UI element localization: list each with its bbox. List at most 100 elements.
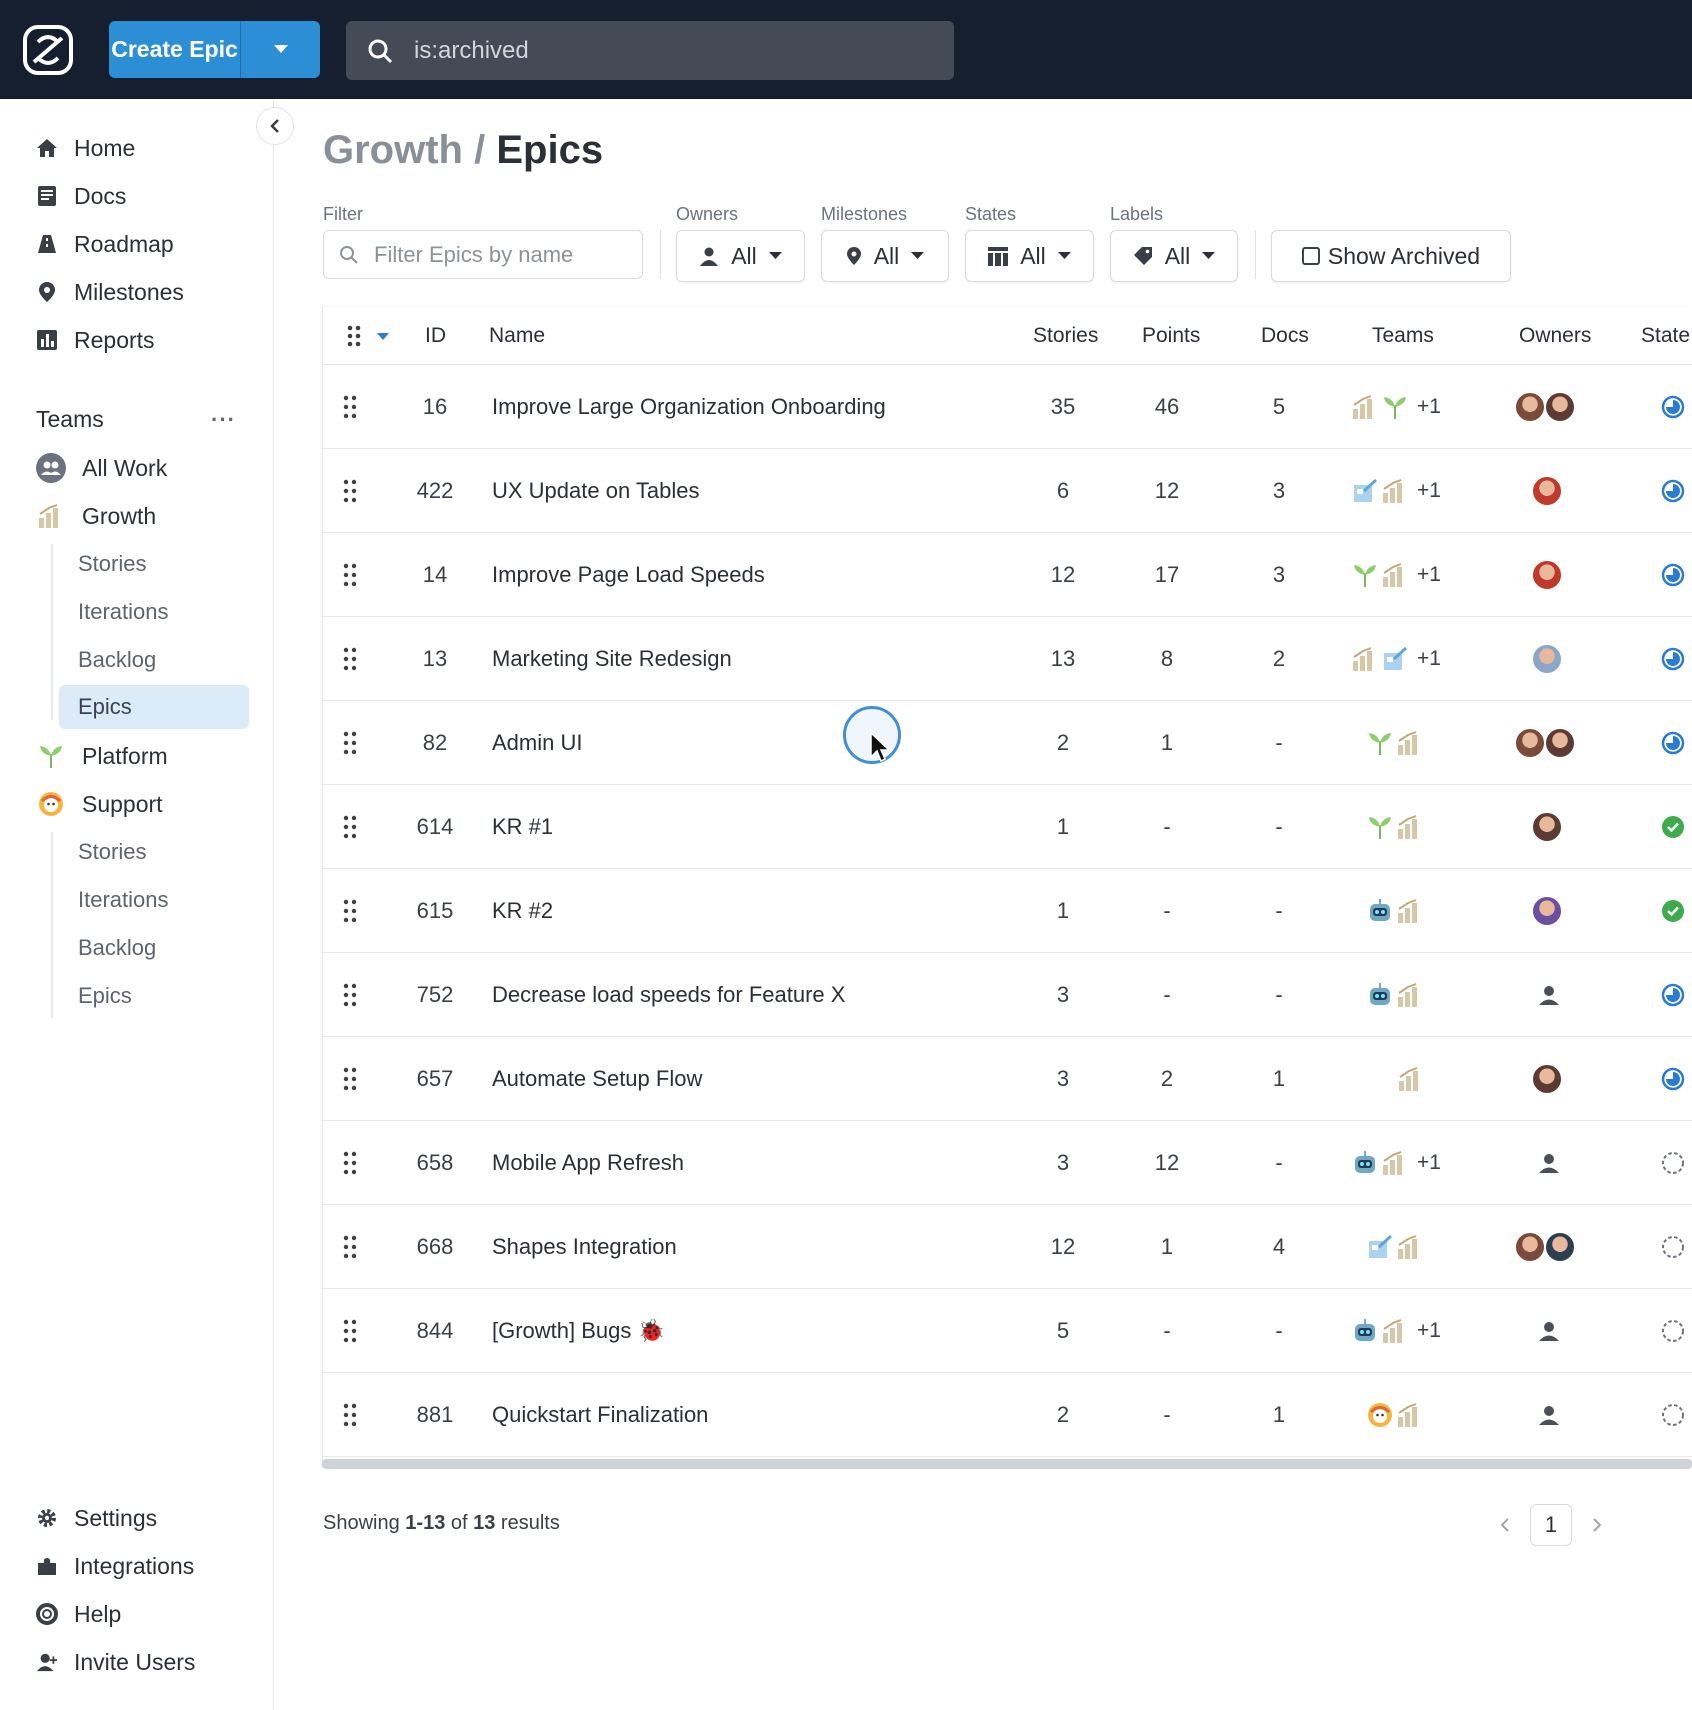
epic-name-link[interactable]: Admin UI	[492, 701, 1012, 785]
growth-backlog-link[interactable]: Backlog	[59, 638, 249, 682]
support-iterations-link[interactable]: Iterations	[59, 878, 249, 922]
owners-cell[interactable]	[1514, 1205, 1576, 1289]
table-row[interactable]: 614 KR #1 1 - -	[323, 785, 1692, 869]
drag-handle-icon[interactable]	[343, 731, 357, 755]
column-id[interactable]: ID	[425, 324, 446, 348]
owners-cell[interactable]	[1531, 869, 1563, 953]
table-row[interactable]: 422 UX Update on Tables 6 12 3 +1	[323, 449, 1692, 533]
global-search[interactable]	[346, 21, 954, 80]
team-growth[interactable]: Growth	[36, 496, 156, 536]
team-all-work[interactable]: All Work	[36, 448, 167, 488]
column-stories[interactable]: Stories	[1033, 324, 1098, 348]
table-row[interactable]: 657 Automate Setup Flow 3 2 1	[323, 1037, 1692, 1121]
owners-cell[interactable]	[1533, 1121, 1561, 1205]
nav-roadmap[interactable]: Roadmap	[36, 224, 174, 264]
drag-handle-icon[interactable]	[343, 1403, 357, 1427]
teams-cell[interactable]: +1	[1351, 1121, 1441, 1205]
owners-cell[interactable]	[1533, 1373, 1561, 1457]
in-progress-state-icon[interactable]	[1661, 953, 1685, 1037]
teams-cell[interactable]	[1366, 701, 1426, 785]
team-platform[interactable]: Platform	[36, 736, 168, 776]
teams-cell[interactable]	[1397, 1037, 1427, 1121]
epic-name-link[interactable]: [Growth] Bugs 🐞	[492, 1289, 1012, 1373]
epic-name-link[interactable]: Automate Setup Flow	[492, 1037, 1012, 1121]
unstarted-state-icon[interactable]	[1661, 1121, 1685, 1205]
in-progress-state-icon[interactable]	[1661, 365, 1685, 449]
owners-cell[interactable]	[1533, 953, 1561, 1037]
team-support[interactable]: Support	[36, 784, 163, 824]
nav-docs[interactable]: Docs	[36, 176, 126, 216]
epic-name-link[interactable]: Improve Large Organization Onboarding	[492, 365, 1012, 449]
table-row[interactable]: 844 [Growth] Bugs 🐞 5 - - +1	[323, 1289, 1692, 1373]
nav-invite-users[interactable]: Invite Users	[36, 1642, 195, 1682]
in-progress-state-icon[interactable]	[1661, 1037, 1685, 1121]
teams-more-icon[interactable]: ···	[211, 407, 236, 433]
nav-settings[interactable]: Settings	[36, 1498, 157, 1538]
teams-cell[interactable]: +1	[1351, 617, 1441, 701]
drag-handle-icon[interactable]	[343, 1151, 357, 1175]
filter-epics-input[interactable]: Filter Epics by name	[323, 230, 643, 279]
epic-name-link[interactable]: Shapes Integration	[492, 1205, 1012, 1289]
support-backlog-link[interactable]: Backlog	[59, 926, 249, 970]
nav-reports[interactable]: Reports	[36, 320, 155, 360]
owners-cell[interactable]	[1514, 365, 1576, 449]
prev-page-icon[interactable]	[1500, 1518, 1510, 1532]
table-row[interactable]: 752 Decrease load speeds for Feature X 3 - -	[323, 953, 1692, 1037]
drag-handle-icon[interactable]	[343, 1235, 357, 1259]
drag-handle-icon[interactable]	[343, 563, 357, 587]
in-progress-state-icon[interactable]	[1661, 701, 1685, 785]
nav-help[interactable]: Help	[36, 1594, 121, 1634]
current-page[interactable]: 1	[1530, 1504, 1572, 1546]
epic-name-link[interactable]: Mobile App Refresh	[492, 1121, 1012, 1205]
epic-name-link[interactable]: Quickstart Finalization	[492, 1373, 1012, 1457]
column-owners[interactable]: Owners	[1519, 324, 1591, 348]
column-docs[interactable]: Docs	[1261, 324, 1309, 348]
states-dropdown[interactable]: All	[965, 230, 1094, 282]
horizontal-scrollbar[interactable]	[322, 1459, 1692, 1469]
teams-cell[interactable]	[1366, 869, 1426, 953]
epic-name-link[interactable]: UX Update on Tables	[492, 449, 1012, 533]
table-row[interactable]: 82 Admin UI 2 1 -	[323, 701, 1692, 785]
column-points[interactable]: Points	[1142, 324, 1200, 348]
column-teams[interactable]: Teams	[1372, 324, 1434, 348]
search-input[interactable]	[414, 36, 914, 65]
teams-cell[interactable]	[1366, 1205, 1426, 1289]
next-page-icon[interactable]	[1592, 1518, 1602, 1532]
table-row[interactable]: 658 Mobile App Refresh 3 12 - +1	[323, 1121, 1692, 1205]
teams-cell[interactable]	[1366, 953, 1426, 1037]
teams-cell[interactable]: +1	[1351, 365, 1441, 449]
teams-cell[interactable]	[1366, 785, 1426, 869]
create-epic-button[interactable]: Create Epic	[109, 21, 320, 78]
teams-cell[interactable]: +1	[1351, 449, 1441, 533]
teams-cell[interactable]: +1	[1351, 533, 1441, 617]
drag-handle-icon[interactable]	[343, 1319, 357, 1343]
column-name[interactable]: Name	[489, 324, 545, 348]
unstarted-state-icon[interactable]	[1661, 1205, 1685, 1289]
unstarted-state-icon[interactable]	[1661, 1373, 1685, 1457]
drag-handle-icon[interactable]	[343, 1067, 357, 1091]
epic-name-link[interactable]: KR #1	[492, 785, 1012, 869]
table-row[interactable]: 13 Marketing Site Redesign 13 8 2 +1	[323, 617, 1692, 701]
owners-cell[interactable]	[1531, 449, 1563, 533]
growth-epics-link[interactable]: Epics	[59, 685, 249, 729]
owners-dropdown[interactable]: All	[676, 230, 805, 282]
unstarted-state-icon[interactable]	[1661, 1289, 1685, 1373]
owners-cell[interactable]	[1531, 785, 1563, 869]
epic-name-link[interactable]: Decrease load speeds for Feature X	[492, 953, 1012, 1037]
create-epic-label[interactable]: Create Epic	[109, 21, 240, 78]
owners-cell[interactable]	[1514, 701, 1576, 785]
support-stories-link[interactable]: Stories	[59, 830, 249, 874]
breadcrumb-growth[interactable]: Growth	[323, 128, 463, 172]
done-state-icon[interactable]	[1661, 869, 1685, 953]
column-state[interactable]: State	[1641, 324, 1690, 348]
column-config-icon[interactable]	[347, 325, 393, 353]
table-row[interactable]: 668 Shapes Integration 12 1 4	[323, 1205, 1692, 1289]
app-logo-icon[interactable]	[22, 24, 74, 76]
in-progress-state-icon[interactable]	[1661, 617, 1685, 701]
nav-home[interactable]: Home	[36, 128, 135, 168]
archived-checkbox[interactable]	[1301, 247, 1320, 265]
create-dropdown-icon[interactable]	[241, 21, 320, 78]
labels-dropdown[interactable]: All	[1110, 230, 1238, 282]
table-row[interactable]: 16 Improve Large Organization Onboarding 3…	[323, 365, 1692, 449]
growth-iterations-link[interactable]: Iterations	[59, 590, 249, 634]
